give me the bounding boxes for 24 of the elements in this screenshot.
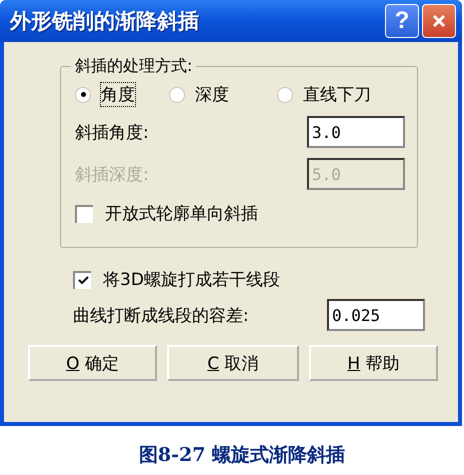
input-field[interactable]: 3.0 <box>307 116 405 148</box>
window-title: 外形铣削的渐降斜插 <box>10 8 199 35</box>
dialog-button[interactable]: C 取消 <box>167 345 299 381</box>
radio-button[interactable] <box>169 86 185 102</box>
checkbox-label[interactable]: 开放式轮廓单向斜插 <box>105 202 258 225</box>
close-button[interactable] <box>422 4 456 38</box>
figure-caption: 图8-27 螺旋式渐降斜插 <box>138 443 346 468</box>
check-icon <box>76 274 90 287</box>
radio-button[interactable] <box>277 86 293 102</box>
field-label: 曲线打断成线段的容差: <box>73 304 249 326</box>
radio-label[interactable]: 深度 <box>195 83 229 106</box>
checkbox-label[interactable]: 将3D螺旋打成若干线段 <box>103 268 280 291</box>
field-label: 斜插深度: <box>75 164 149 186</box>
checkbox[interactable] <box>75 204 93 222</box>
field-label: 斜插角度: <box>75 122 149 144</box>
close-icon <box>431 13 447 29</box>
help-button[interactable]: ? <box>385 4 419 38</box>
checkbox[interactable] <box>73 270 91 288</box>
dialog-button[interactable]: H 帮助 <box>308 345 438 381</box>
radio-label[interactable]: 角度 <box>101 83 135 106</box>
radio-label[interactable]: 直线下刀 <box>303 83 371 106</box>
radio-button[interactable] <box>75 86 91 102</box>
input-field[interactable]: 0.025 <box>327 299 425 331</box>
dialog-button[interactable]: O 确定 <box>28 345 158 381</box>
